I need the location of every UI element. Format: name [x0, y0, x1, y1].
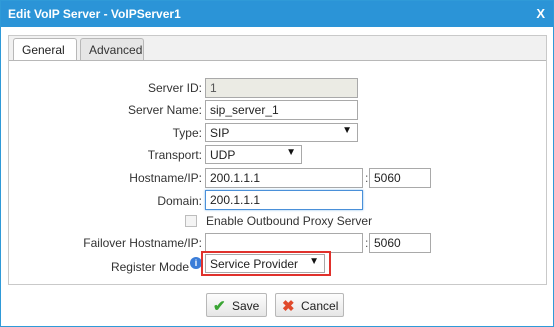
- dropdown-arrow-icon: ▼: [342, 125, 352, 136]
- failover-port-field[interactable]: [369, 233, 431, 253]
- failover-hostname-label: Failover Hostname/IP:: [83, 236, 202, 250]
- type-label: Type:: [172, 126, 202, 140]
- edit-voip-server-dialog: Edit VoIP Server - VoIPServer1 X General…: [0, 0, 554, 327]
- transport-label: Transport:: [147, 148, 202, 162]
- server-name-field[interactable]: [205, 100, 358, 120]
- dropdown-arrow-icon: ▼: [309, 256, 319, 267]
- cancel-x-icon: ✖: [282, 298, 295, 315]
- failover-port-separator: :: [365, 236, 369, 250]
- register-mode-select[interactable]: Service Provider ▼: [205, 254, 325, 273]
- tab-advanced[interactable]: Advanced: [80, 38, 144, 60]
- hostname-port-field[interactable]: [369, 168, 431, 188]
- outbound-proxy-label: Enable Outbound Proxy Server: [206, 214, 373, 228]
- dialog-titlebar: Edit VoIP Server - VoIPServer1 X: [1, 1, 553, 27]
- checkmark-icon: ✔: [213, 298, 226, 315]
- save-button[interactable]: ✔ Save: [206, 293, 267, 317]
- close-icon[interactable]: X: [536, 6, 545, 21]
- failover-hostname-field[interactable]: [205, 233, 363, 253]
- domain-label: Domain:: [157, 194, 202, 208]
- type-select[interactable]: SIP ▼: [205, 123, 358, 142]
- transport-value: UDP: [210, 148, 236, 162]
- server-id-label: Server ID:: [147, 81, 202, 95]
- register-mode-value: Service Provider: [210, 257, 299, 271]
- save-button-label: Save: [232, 299, 260, 313]
- hostname-port-separator: :: [365, 171, 369, 185]
- general-tab-content: Server ID: Server Name: Type: SIP ▼ Tran…: [9, 60, 546, 284]
- tab-general[interactable]: General: [13, 38, 77, 61]
- cancel-button-label: Cancel: [301, 299, 339, 313]
- register-mode-label: Register Mode: [110, 260, 189, 274]
- type-value: SIP: [210, 126, 230, 140]
- transport-select[interactable]: UDP ▼: [205, 145, 302, 164]
- server-name-label: Server Name:: [127, 103, 202, 117]
- server-id-field: [205, 78, 358, 98]
- cancel-button[interactable]: ✖ Cancel: [275, 293, 344, 317]
- dialog-title: Edit VoIP Server - VoIPServer1: [8, 7, 181, 21]
- domain-field[interactable]: [205, 190, 363, 210]
- dialog-footer: ✔ Save ✖ Cancel: [1, 285, 553, 326]
- dropdown-arrow-icon: ▼: [286, 147, 296, 158]
- hostname-label: Hostname/IP:: [129, 171, 202, 185]
- tab-panel: General Advanced Server ID: Server Name:…: [8, 35, 547, 285]
- outbound-proxy-checkbox[interactable]: [185, 215, 197, 227]
- hostname-field[interactable]: [205, 168, 363, 188]
